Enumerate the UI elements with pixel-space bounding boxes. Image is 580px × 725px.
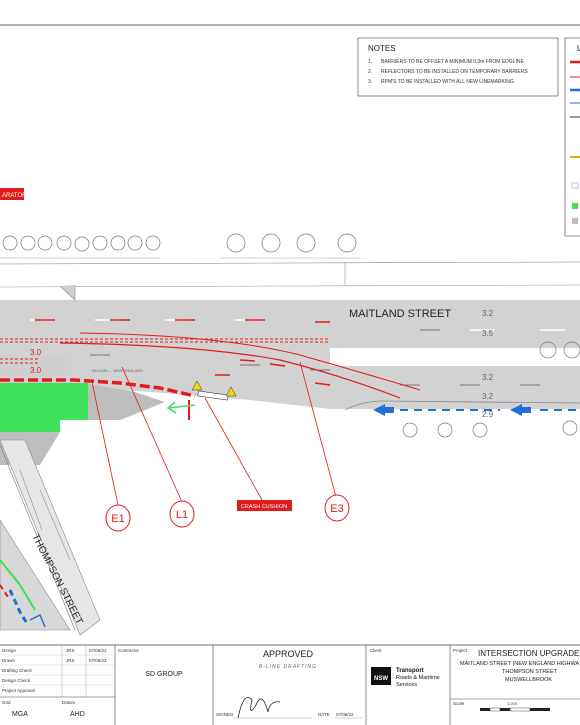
nsw-logo-text: NSW xyxy=(374,676,388,682)
project-title: INTERSECTION UPGRADE AT xyxy=(478,649,580,658)
sign-role-1: Drawn xyxy=(2,658,16,663)
landscaped-area xyxy=(0,383,88,432)
lane-width-right-top: 3.2 xyxy=(482,309,494,318)
sign-date-0: 07/06/22 xyxy=(89,648,107,653)
approved-label: APPROVED xyxy=(263,649,314,659)
project-line-3: MUSWELLBROOK xyxy=(505,677,552,683)
sign-initials-1: JRS xyxy=(66,658,75,663)
client-label: Client xyxy=(370,648,382,653)
property-boundary xyxy=(0,261,580,265)
note-3-num: 3. xyxy=(368,79,372,85)
project-line-1: MAITLAND STREET (NEW ENGLAND HIGHWA xyxy=(460,661,580,667)
lane-width-right-fourth: 3.2 xyxy=(482,392,494,401)
median-strip xyxy=(330,348,580,366)
grid-label: Grid xyxy=(2,700,11,705)
signed-label: SIGNED xyxy=(216,712,234,717)
callout-e3-label: E3 xyxy=(330,503,343,515)
logo-rms-line2: Services xyxy=(396,682,417,688)
note-1-text: BARRIERS TO BE OFFSET A MINIMUM 0.3m FRO… xyxy=(381,59,524,65)
drafting-firm: B-LINE DRAFTING xyxy=(259,664,317,670)
sign-initials-0: JRS xyxy=(66,648,75,653)
datum-value: AHD xyxy=(70,711,85,718)
sign-role-2: Drafting Check xyxy=(2,668,33,673)
sign-role-0: Design xyxy=(2,648,17,653)
date-label: DATE xyxy=(318,712,330,717)
note-3-text: RPM'S TO BE INSTALLED WITH ALL NEW LINEM… xyxy=(381,79,515,85)
logo-rms-line1: Roads & Maritime xyxy=(396,675,440,681)
lane-width-left-lower: 3.0 xyxy=(30,366,42,375)
sign-date-1: 07/06/22 xyxy=(89,658,107,663)
small-road-label: SH 1234 ... NEW ENGLAND xyxy=(92,368,143,373)
maitland-street-label: MAITLAND STREET xyxy=(349,308,451,320)
kerb-line-north xyxy=(0,284,580,288)
lane-width-right-second: 3.5 xyxy=(482,329,494,338)
note-2-text: REFLECTORS TO BE INSTALLED ON TEMPORARY … xyxy=(381,69,528,75)
contractor-value: SD GROUP xyxy=(145,671,183,678)
callout-l1-label: L1 xyxy=(176,509,188,521)
sign-role-4: Project Approval xyxy=(2,688,35,693)
note-2-num: 2. xyxy=(368,69,372,75)
project-line-2: THOMPSON STREET xyxy=(502,669,558,675)
date-value: 07/06/22 xyxy=(336,712,354,717)
plan-drawing: MAITLAND STREET 3.2 3.5 3.2 3.2 2.9 3.0 … xyxy=(0,24,580,725)
datum-label: Datum xyxy=(62,700,76,705)
grid-value: MGA xyxy=(12,711,28,718)
project-label: Project xyxy=(453,648,468,653)
scale-label: Scale xyxy=(453,701,465,706)
lane-width-right-fifth: 2.9 xyxy=(482,410,494,419)
scale-bar xyxy=(480,707,550,712)
note-1-num: 1. xyxy=(368,59,372,65)
scale-value: 1:200 xyxy=(507,701,518,706)
contractor-label: Contractor xyxy=(118,648,140,653)
sign-role-3: Design Check xyxy=(2,678,31,683)
lane-width-left-upper: 3.0 xyxy=(30,348,42,357)
crash-cushion-label: CRASH CUSHION xyxy=(241,504,287,510)
separator-label: ARATOR xyxy=(2,193,27,199)
lane-width-right-third: 3.2 xyxy=(482,373,494,382)
drawing-sheet: MAITLAND STREET 3.2 3.5 3.2 3.2 2.9 3.0 … xyxy=(0,0,580,725)
callout-e1-label: E1 xyxy=(111,513,124,525)
logo-transport: Transport xyxy=(396,668,424,674)
green-direction-arrow xyxy=(166,401,196,414)
notes-heading: NOTES xyxy=(368,44,396,53)
